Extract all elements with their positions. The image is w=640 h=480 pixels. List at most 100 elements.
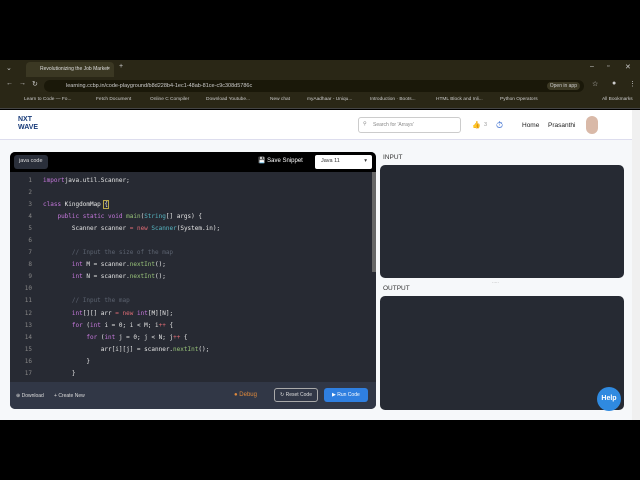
code-line: 1 importjava.util.Scanner; bbox=[10, 175, 372, 187]
line-number: 13 bbox=[24, 321, 32, 329]
download-button[interactable]: ⊕ Download bbox=[16, 393, 44, 399]
bookmark-item[interactable]: Introduction · Boots... bbox=[370, 97, 416, 102]
code-line: 16 } bbox=[10, 356, 372, 368]
code-token: int bbox=[136, 309, 148, 317]
all-bookmarks[interactable]: All Bookmarks bbox=[602, 97, 633, 102]
browser-tab[interactable]: Revolutionizing the Job Market × bbox=[26, 62, 114, 77]
minimize-icon[interactable]: – bbox=[590, 63, 594, 70]
bookmark-item[interactable]: Learn to Code — Fo... bbox=[24, 97, 71, 102]
code-token: // Input the size of the map bbox=[43, 249, 174, 257]
code-token: [] args) { bbox=[165, 213, 202, 221]
line-number: 15 bbox=[24, 345, 32, 353]
bookmark-item[interactable]: myAadhaar - Uniqu... bbox=[307, 97, 352, 102]
bug-icon: ● bbox=[234, 392, 238, 398]
code-token: i = 0; i < M; i bbox=[100, 321, 159, 329]
code-token: import bbox=[43, 177, 65, 184]
code-token: } bbox=[43, 369, 76, 377]
save-label: Save Snippet bbox=[267, 158, 303, 164]
input-textarea[interactable] bbox=[380, 165, 624, 278]
language-value: Java 11 bbox=[321, 158, 340, 164]
tab-search-icon[interactable]: ⌄ bbox=[6, 64, 12, 72]
save-icon: 💾 bbox=[258, 158, 266, 164]
code-editor-panel: java code 💾 Save Snippet Java 11 ▾ 1 impor… bbox=[10, 152, 376, 409]
create-new-label: Create New bbox=[58, 393, 85, 399]
reload-icon[interactable]: ↻ bbox=[32, 80, 38, 88]
run-code-button[interactable]: ▶ Run Code bbox=[324, 388, 368, 402]
code-token: main bbox=[126, 213, 141, 221]
bookmark-item[interactable]: Download Youtube... bbox=[206, 97, 250, 102]
streak-icon: 👍 bbox=[472, 122, 481, 129]
line-number: 2 bbox=[28, 189, 32, 197]
bookmark-item[interactable]: New chat bbox=[270, 97, 290, 102]
reset-code-button[interactable]: ↻ Reset Code bbox=[274, 388, 318, 402]
line-number: 9 bbox=[28, 273, 32, 281]
code-token: (); bbox=[198, 345, 210, 353]
code-token: int bbox=[71, 309, 83, 317]
create-new-button[interactable]: + Create New bbox=[54, 393, 85, 399]
code-line: 11 // Input the map bbox=[10, 295, 372, 307]
help-button[interactable]: Help bbox=[597, 387, 621, 411]
user-name[interactable]: Prasanthi bbox=[548, 122, 575, 129]
code-token: for bbox=[86, 333, 98, 341]
bookmark-star-icon[interactable]: ☆ bbox=[592, 80, 598, 88]
code-token: nextInt bbox=[129, 273, 156, 281]
line-number: 6 bbox=[28, 237, 32, 245]
file-tab[interactable]: java code bbox=[14, 155, 48, 169]
avatar[interactable] bbox=[586, 116, 598, 134]
new-tab-icon[interactable]: + bbox=[119, 63, 123, 70]
resize-handle[interactable]: ..... bbox=[492, 279, 499, 285]
code-token: ++ bbox=[158, 321, 166, 329]
browser-tab-bar: ⌄ Revolutionizing the Job Market × + – ▫… bbox=[0, 60, 640, 77]
language-select[interactable]: Java 11 ▾ bbox=[315, 155, 372, 169]
bookmark-item[interactable]: Python Operators bbox=[500, 97, 538, 102]
debug-button[interactable]: ● Debug bbox=[234, 392, 257, 398]
close-tab-icon[interactable]: × bbox=[107, 66, 110, 72]
open-in-app-button[interactable]: Open in app bbox=[546, 82, 580, 90]
code-token: ( bbox=[82, 321, 90, 329]
bookmark-item[interactable]: HTML Block and Inli... bbox=[436, 97, 483, 102]
code-token: (); bbox=[155, 273, 166, 281]
code-token: class bbox=[43, 201, 62, 209]
url-input[interactable]: learning.ccbp.in/code-playground/b8d228b… bbox=[44, 80, 584, 92]
search-placeholder: Search for 'Arrays' bbox=[373, 122, 414, 128]
bookmark-item[interactable]: Online C Compiler bbox=[150, 97, 189, 102]
editor-scrollbar[interactable] bbox=[372, 172, 376, 272]
page-scrollbar[interactable] bbox=[632, 110, 640, 420]
line-number: 7 bbox=[28, 249, 32, 257]
code-token: String bbox=[144, 213, 166, 221]
code-line: 3 class KingdomMap { bbox=[10, 199, 372, 211]
output-label: OUTPUT bbox=[383, 285, 410, 292]
forward-icon[interactable]: → bbox=[19, 80, 26, 87]
code-token: Scanner bbox=[151, 225, 177, 233]
code-token: KingdomMap bbox=[61, 201, 105, 209]
save-snippet-button[interactable]: 💾 Save Snippet bbox=[258, 157, 303, 164]
search-input[interactable]: ⚲ Search for 'Arrays' bbox=[358, 117, 461, 133]
home-link[interactable]: Home bbox=[522, 122, 539, 129]
debug-label: Debug bbox=[239, 392, 257, 398]
bookmark-item[interactable]: Fetch Document bbox=[96, 97, 131, 102]
code-area[interactable]: 1 importjava.util.Scanner; 2 3 class Kingdom… bbox=[10, 175, 372, 380]
maximize-icon[interactable]: ▫ bbox=[607, 63, 609, 70]
code-line: 7 // Input the size of the map bbox=[10, 247, 372, 259]
line-number: 16 bbox=[24, 357, 32, 365]
code-token: // Input the map bbox=[43, 297, 130, 305]
code-token: int bbox=[71, 273, 83, 281]
reset-label: Reset Code bbox=[285, 392, 312, 398]
code-line: 8 int M = scanner.nextInt(); bbox=[10, 259, 372, 271]
timer-icon[interactable]: ⏱ bbox=[496, 120, 503, 131]
run-label: Run Code bbox=[337, 392, 360, 398]
close-window-icon[interactable]: ✕ bbox=[625, 63, 631, 71]
logo[interactable]: NXT WAVE bbox=[18, 116, 38, 132]
profile-icon[interactable]: ● bbox=[612, 80, 616, 87]
line-number: 12 bbox=[24, 309, 32, 317]
code-token: N = scanner. bbox=[82, 273, 130, 281]
code-token: int bbox=[104, 333, 116, 341]
back-icon[interactable]: ← bbox=[6, 80, 13, 87]
code-token: [][] arr bbox=[82, 309, 116, 317]
line-number: 10 bbox=[24, 285, 32, 293]
code-token: int bbox=[89, 321, 101, 329]
menu-icon[interactable]: ⋮ bbox=[629, 80, 636, 88]
